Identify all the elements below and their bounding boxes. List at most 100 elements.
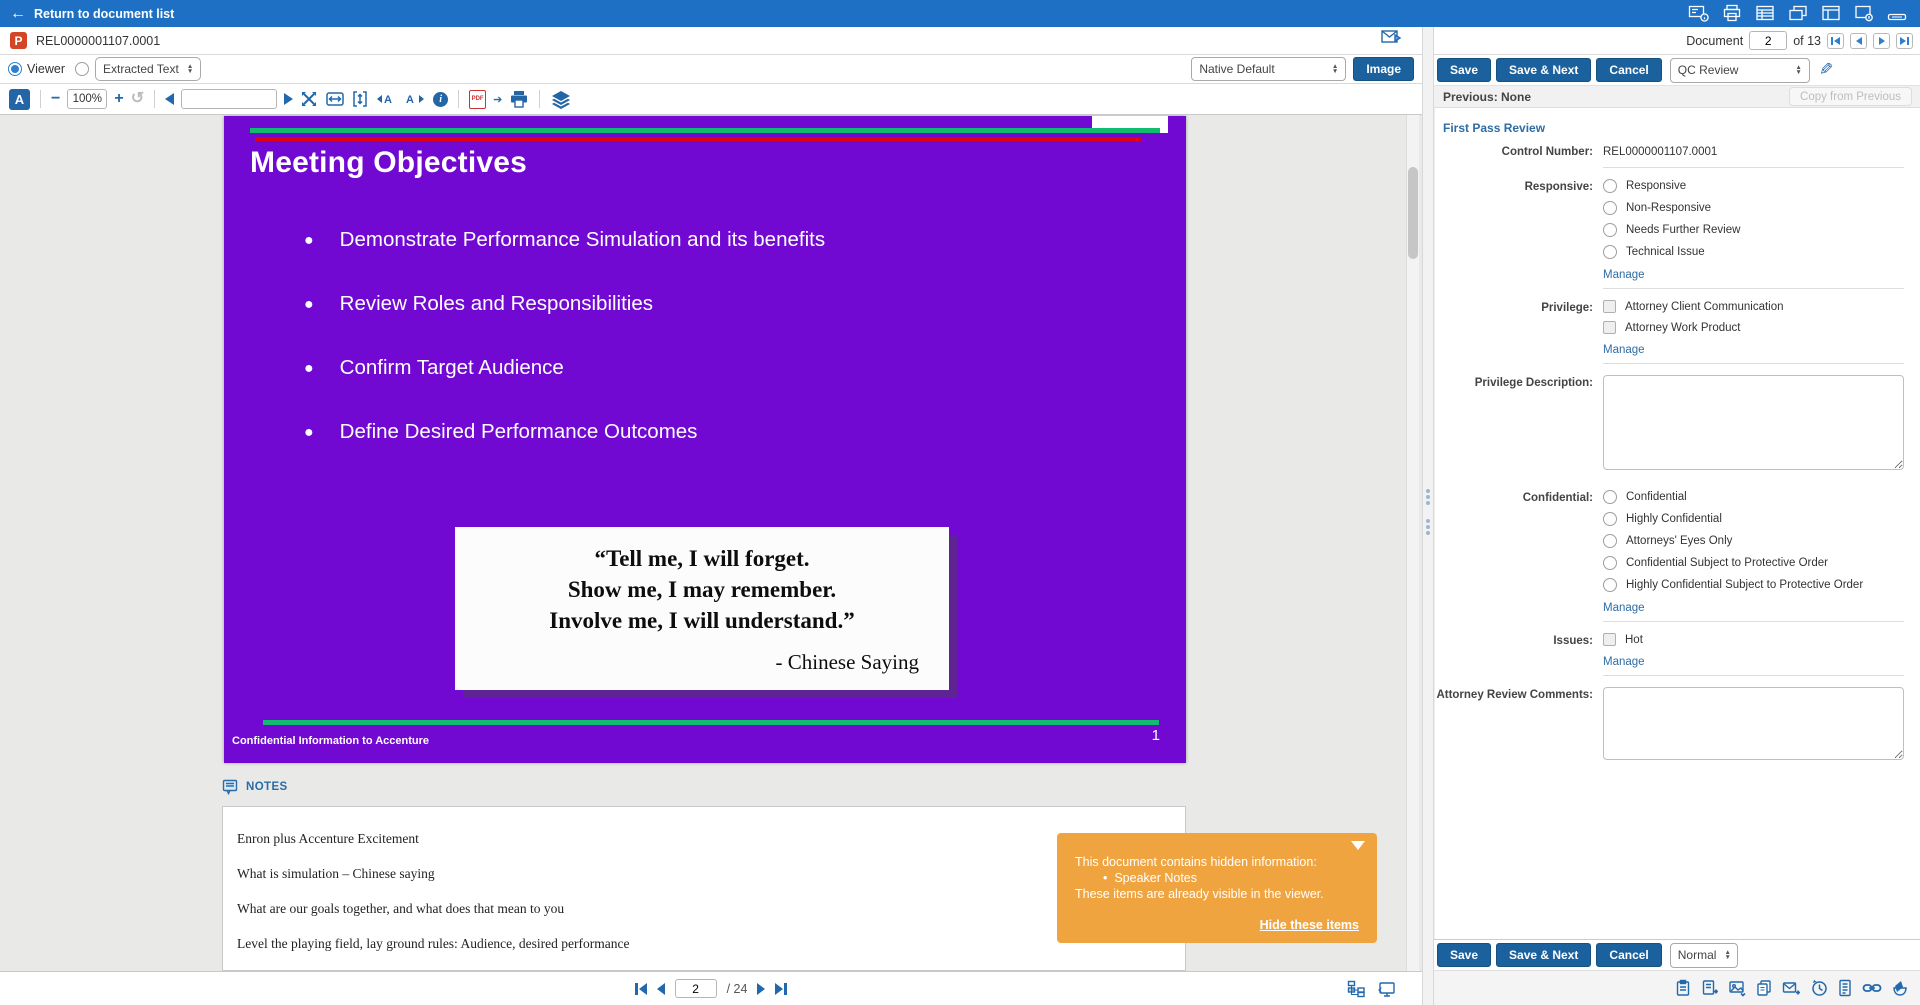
next-search-hit-button[interactable] xyxy=(284,93,293,105)
cascade-windows-icon[interactable] xyxy=(1787,4,1809,23)
radio-button[interactable] xyxy=(1603,490,1617,504)
viewer-search-input[interactable] xyxy=(181,89,277,109)
next-page-button[interactable] xyxy=(757,983,765,995)
manage-privilege-link[interactable]: Manage xyxy=(1603,344,1645,356)
document-number-input[interactable] xyxy=(1749,31,1787,50)
clipboard-icon[interactable] xyxy=(1674,979,1692,997)
zoom-level-input[interactable] xyxy=(67,89,107,109)
mode-select[interactable]: Normal ▲▼ xyxy=(1670,943,1738,968)
viewer-scrollbar-thumb[interactable] xyxy=(1408,167,1418,259)
first-page-button[interactable] xyxy=(635,983,647,995)
first-pass-review-link[interactable]: First Pass Review xyxy=(1435,108,1920,141)
print-icon[interactable] xyxy=(1721,4,1743,23)
image-export-icon[interactable] xyxy=(1728,979,1746,997)
thumbnail-tree-icon[interactable] xyxy=(1347,980,1366,998)
splitter-grip[interactable] xyxy=(1426,519,1430,535)
copy-from-previous-button[interactable]: Copy from Previous xyxy=(1789,87,1912,106)
text-smaller-icon[interactable]: A xyxy=(375,91,397,107)
confidential-option[interactable]: Confidential xyxy=(1603,490,1904,504)
image-mode-button[interactable]: Image xyxy=(1353,57,1414,81)
share-document-icon[interactable] xyxy=(1380,28,1404,53)
save-button[interactable]: Save xyxy=(1437,58,1491,82)
next-document-button[interactable] xyxy=(1873,33,1890,49)
page-number-input[interactable] xyxy=(675,979,717,998)
previous-search-hit-button[interactable] xyxy=(165,93,174,105)
last-page-button[interactable] xyxy=(775,983,787,995)
save-button-bottom[interactable]: Save xyxy=(1437,943,1491,967)
popout-window-icon[interactable] xyxy=(1853,4,1875,23)
email-icon[interactable] xyxy=(1782,979,1801,997)
responsive-option[interactable]: Responsive xyxy=(1603,179,1904,193)
viewer-scrollbar[interactable] xyxy=(1406,115,1419,971)
save-and-next-button-bottom[interactable]: Save & Next xyxy=(1496,943,1591,967)
layout-select[interactable]: QC Review ▲▼ xyxy=(1670,58,1810,83)
manage-issues-link[interactable]: Manage xyxy=(1603,656,1645,668)
highlight-bucket-icon[interactable] xyxy=(1891,979,1910,997)
edit-layout-pencil-icon[interactable]: ✎ xyxy=(1819,60,1833,80)
attorney-review-comments-textarea[interactable] xyxy=(1603,687,1904,760)
info-icon[interactable]: i xyxy=(433,92,448,107)
responsive-option[interactable]: Technical Issue xyxy=(1603,245,1904,259)
zoom-in-button[interactable]: + xyxy=(114,91,123,107)
layers-button[interactable] xyxy=(550,89,572,109)
zoom-out-button[interactable]: − xyxy=(51,91,60,107)
cancel-button-bottom[interactable]: Cancel xyxy=(1596,943,1661,967)
native-profile-select[interactable]: Native Default ▲▼ xyxy=(1191,57,1346,81)
radio-button[interactable] xyxy=(1603,578,1617,592)
previous-document-button[interactable] xyxy=(1850,33,1867,49)
confidential-option[interactable]: Highly Confidential xyxy=(1603,512,1904,526)
history-icon[interactable] xyxy=(1810,979,1828,997)
responsive-option[interactable]: Needs Further Review xyxy=(1603,223,1904,237)
confidential-option[interactable]: Highly Confidential Subject to Protectiv… xyxy=(1603,578,1904,592)
checkbox[interactable] xyxy=(1603,321,1616,334)
add-document-icon[interactable] xyxy=(1701,979,1719,997)
link-icon[interactable] xyxy=(1862,979,1882,997)
hide-these-items-link[interactable]: Hide these items xyxy=(1260,918,1359,932)
print-document-icon[interactable] xyxy=(509,90,529,108)
return-to-document-list-button[interactable]: ← Return to document list xyxy=(0,6,174,22)
table-view-icon[interactable] xyxy=(1754,4,1776,23)
radio-button[interactable] xyxy=(1603,512,1617,526)
responsive-option[interactable]: Non-Responsive xyxy=(1603,201,1904,215)
viewer-mode-radio[interactable] xyxy=(8,62,22,76)
popout-viewer-icon[interactable] xyxy=(1376,980,1396,998)
checkbox[interactable] xyxy=(1603,300,1616,313)
fit-actual-size-icon[interactable] xyxy=(300,90,318,108)
pane-splitter[interactable] xyxy=(1422,27,1434,1005)
cancel-button[interactable]: Cancel xyxy=(1596,58,1661,82)
manage-confidential-link[interactable]: Manage xyxy=(1603,602,1645,614)
confidential-option[interactable]: Attorneys' Eyes Only xyxy=(1603,534,1904,548)
issues-option[interactable]: Hot xyxy=(1603,633,1904,646)
reset-zoom-button[interactable]: ↺ xyxy=(131,91,144,107)
checkbox[interactable] xyxy=(1603,633,1616,646)
last-document-button[interactable] xyxy=(1896,33,1913,49)
manage-responsive-link[interactable]: Manage xyxy=(1603,269,1645,281)
radio-button[interactable] xyxy=(1603,556,1617,570)
notes-document-icon[interactable] xyxy=(1837,979,1853,997)
privilege-description-textarea[interactable] xyxy=(1603,375,1904,470)
radio-button[interactable] xyxy=(1603,201,1617,215)
field-info-icon[interactable] xyxy=(1688,4,1710,23)
fit-width-icon[interactable] xyxy=(325,90,345,108)
radio-button[interactable] xyxy=(1603,179,1617,193)
privilege-option[interactable]: Attorney Work Product xyxy=(1603,321,1904,334)
extracted-text-radio[interactable] xyxy=(75,62,89,76)
radio-button[interactable] xyxy=(1603,223,1617,237)
extracted-text-select[interactable]: Extracted Text ▲▼ xyxy=(95,57,201,81)
fit-page-icon[interactable] xyxy=(352,90,368,108)
highlight-tool-button[interactable]: A xyxy=(9,89,30,110)
confidential-option[interactable]: Confidential Subject to Protective Order xyxy=(1603,556,1904,570)
save-and-next-button[interactable]: Save & Next xyxy=(1496,58,1591,82)
radio-button[interactable] xyxy=(1603,534,1617,548)
previous-page-button[interactable] xyxy=(657,983,665,995)
panel-layout-icon[interactable] xyxy=(1820,4,1842,23)
radio-button[interactable] xyxy=(1603,245,1617,259)
text-larger-icon[interactable]: A xyxy=(404,91,426,107)
dock-bar-icon[interactable] xyxy=(1886,4,1908,23)
privilege-option[interactable]: Attorney Client Communication xyxy=(1603,300,1904,313)
pdf-icon[interactable]: PDF xyxy=(469,90,486,109)
first-document-button[interactable] xyxy=(1827,33,1844,49)
splitter-grip[interactable] xyxy=(1426,489,1430,505)
copy-document-icon[interactable] xyxy=(1755,979,1773,997)
collapse-toast-icon[interactable] xyxy=(1351,841,1365,850)
